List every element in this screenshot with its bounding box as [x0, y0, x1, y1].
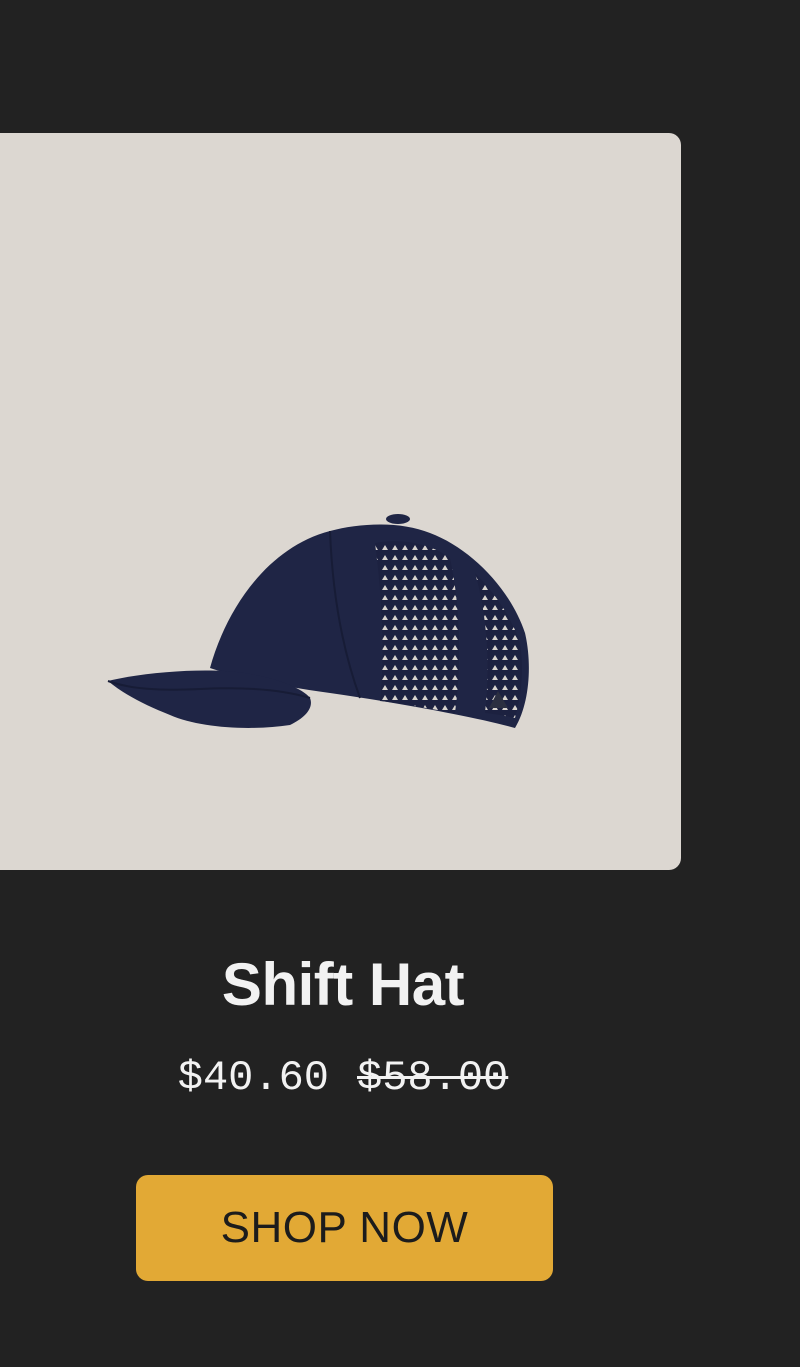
original-price: $58.00 [357, 1054, 509, 1102]
price-row: $40.60 $58.00 [0, 1050, 686, 1106]
sale-price: $40.60 [177, 1054, 329, 1102]
product-image-hat [107, 514, 529, 728]
shop-now-button[interactable]: SHOP NOW [136, 1175, 553, 1281]
product-image-card[interactable] [0, 133, 681, 870]
product-title[interactable]: Shift Hat [0, 950, 686, 1020]
